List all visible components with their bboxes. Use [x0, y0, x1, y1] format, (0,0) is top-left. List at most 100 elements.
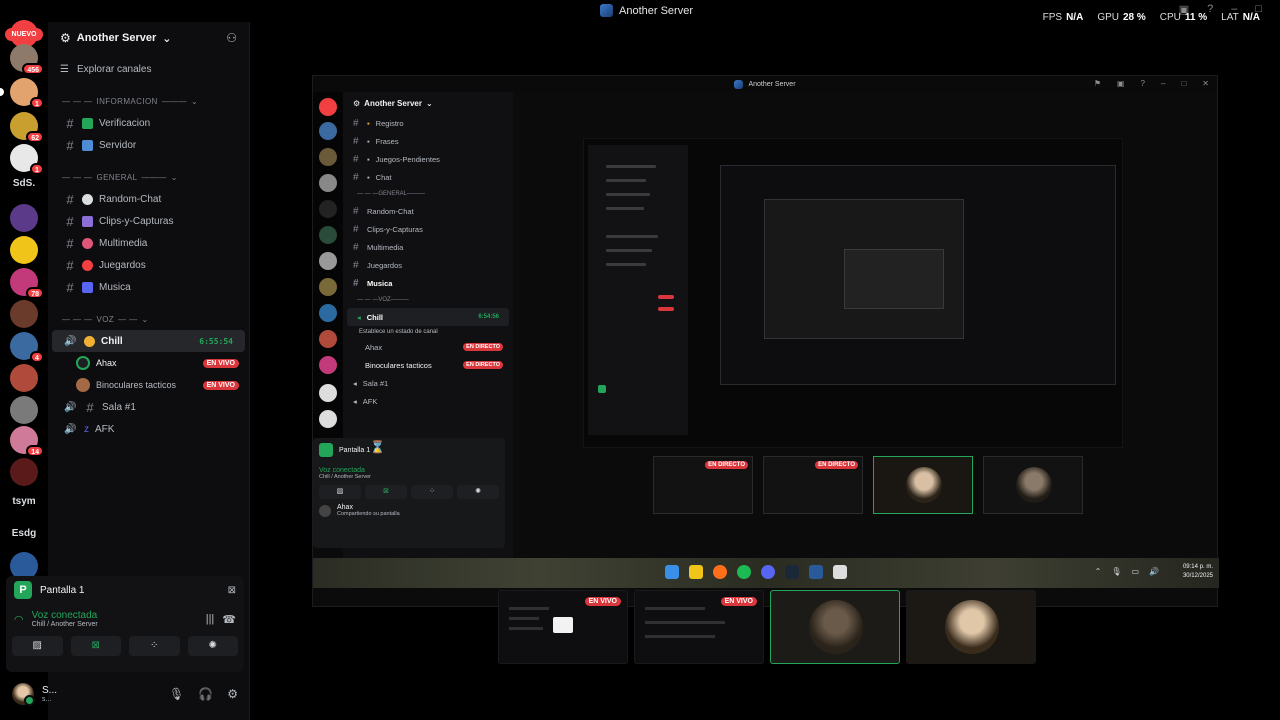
gear-icon[interactable]: ⚙ — [227, 687, 238, 701]
voice-panel: P Pantalla 1 ⊠ ◠ Voz conectada Chill / A… — [6, 576, 244, 672]
server-icon-text[interactable]: tsym — [6, 492, 42, 512]
close-screen-icon[interactable]: ⊠ — [228, 585, 236, 596]
screen-share-icon: P — [14, 581, 32, 599]
camera-off-button[interactable]: ▨ — [12, 636, 63, 656]
voice-user[interactable]: Binoculares tacticos EN VIVO — [48, 374, 249, 396]
music-note-icon — [82, 281, 93, 293]
title-bar: Another Server ▣ ? – □ FPS N/A GPU 28 % CP… — [0, 0, 1280, 23]
window-title: Another Server — [600, 4, 693, 17]
server-icon — [319, 330, 337, 348]
hash-icon: # — [66, 137, 74, 153]
channel-servidor[interactable]: # Servidor — [52, 134, 245, 156]
live-badge: EN VIVO — [202, 358, 239, 368]
inbox-icon: ▣ — [1116, 79, 1125, 88]
screen-share-icon — [319, 443, 333, 457]
screen-share-stream[interactable]: Another Server ⚑ ▣? – □ ✕ ⚙ Another Server ⌄ #… — [312, 75, 1219, 607]
disconnect-icon[interactable]: ☎ — [222, 613, 236, 626]
check-emoji-icon — [82, 117, 93, 129]
stream-taskbar: ⌃ 🎙 ▭ 🔊 09:14 p. m. 30/12/2025 — [313, 558, 1219, 588]
stream-stage: Another Server ⚑ ▣? – □ ✕ ⚙ Another Server ⌄ #… — [250, 22, 1280, 720]
media-icon — [82, 237, 93, 249]
live-badge: EN VIVO — [584, 597, 621, 606]
soundboard-button[interactable]: ✺ — [187, 636, 238, 656]
server-icon[interactable] — [10, 236, 38, 264]
stream-tile[interactable]: EN VIVO — [498, 590, 628, 664]
signal-icon: ◠ — [14, 613, 24, 626]
monitor-icon — [553, 617, 573, 633]
activities-button[interactable]: ⁘ — [129, 636, 180, 656]
stream-thumbnails: EN DIRECTO EN DIRECTO — [653, 456, 1083, 514]
server-icon — [319, 304, 337, 322]
new-badge: NUEVO — [5, 28, 43, 41]
hash-icon: # — [66, 235, 74, 251]
hash-icon: # — [66, 191, 74, 207]
participant-thumbnail — [873, 456, 973, 514]
avatar — [76, 378, 90, 392]
stream-button[interactable]: ⊠ — [70, 636, 121, 656]
server-icon[interactable]: 62 — [10, 112, 44, 143]
voice-channel-chill[interactable]: 🔊 Chill 6:55:54 — [52, 330, 245, 352]
channel-musica[interactable]: # Musica — [52, 276, 245, 298]
face-emoji-icon — [84, 335, 95, 347]
stream-voice-panel: Pantalla 1 Voz conectada Chill / Another … — [313, 438, 505, 548]
voice-user[interactable]: Ahax EN VIVO — [48, 352, 249, 374]
firefox-icon — [713, 565, 727, 579]
sleep-icon: z — [84, 423, 89, 435]
invite-icon[interactable]: ⚇ — [226, 31, 237, 45]
server-icon-text[interactable]: SdS. — [6, 174, 42, 194]
voice-channel-sala-1[interactable]: 🔊 # Sala #1 — [52, 396, 245, 418]
chevron-down-icon: ⌄ — [425, 98, 433, 108]
server-icon[interactable]: 78 — [10, 268, 44, 299]
maximize-icon: □ — [1181, 79, 1187, 88]
noise-suppression-icon[interactable]: ||| — [206, 613, 215, 625]
category-voz[interactable]: — — — VOZ — — ⌄ — [48, 308, 249, 330]
server-icon-text[interactable]: Esdg — [6, 524, 42, 544]
headphones-icon[interactable]: 🎧 — [198, 687, 213, 701]
channel-clips-y-capturas[interactable]: # Clips-y-Capturas — [52, 210, 245, 232]
server-icon[interactable]: 4 — [10, 332, 44, 363]
steam-icon — [785, 565, 799, 579]
microphone-icon[interactable]: 🎙 — [169, 687, 184, 701]
category-general[interactable]: — — — GENERAL ——— ⌄ — [48, 166, 249, 188]
chevron-down-icon: ⌄ — [170, 172, 178, 182]
stream-thumbnail: EN DIRECTO — [653, 456, 753, 514]
speech-bubble-icon: ▪ — [367, 172, 370, 182]
info-emoji-icon — [82, 139, 93, 151]
server-icon[interactable]: 1 — [10, 144, 44, 175]
server-icon — [319, 226, 337, 244]
channel-random-chat[interactable]: # Random-Chat — [52, 188, 245, 210]
server-icon[interactable] — [10, 364, 38, 392]
no-entry-icon — [82, 259, 93, 271]
folder-icon — [689, 565, 703, 579]
gear-icon: ⚙ — [353, 98, 361, 108]
category-info[interactable]: — — — INFORMACION ——— ⌄ — [48, 90, 249, 112]
participant-tile[interactable] — [770, 590, 900, 664]
server-icon[interactable] — [10, 458, 38, 486]
participant-tile[interactable] — [906, 590, 1036, 664]
guild-header[interactable]: ⚙ Another Server ⌄ ⚇ — [48, 22, 249, 54]
voice-channel-afk[interactable]: 🔊 z AFK — [52, 418, 245, 440]
flag-icon: ⚑ — [1093, 79, 1101, 88]
channel-juegardos[interactable]: # Juegardos — [52, 254, 245, 276]
server-icon[interactable] — [10, 396, 38, 424]
screen-share-row[interactable]: P Pantalla 1 ⊠ — [6, 576, 244, 604]
server-icon[interactable]: 1 — [0, 78, 44, 109]
participant-tiles: EN VIVO EN VIVO — [498, 590, 1036, 664]
explore-channels[interactable]: ☰ Explorar canales — [48, 54, 249, 84]
channel-verificacion[interactable]: # Verificacion — [52, 112, 245, 134]
stream-tile[interactable]: EN VIVO — [634, 590, 764, 664]
speaker-icon: ◂ — [357, 312, 361, 322]
server-icon — [319, 174, 337, 192]
channel-multimedia[interactable]: # Multimedia — [52, 232, 245, 254]
server-icon[interactable] — [10, 300, 38, 328]
server-icon[interactable]: 456 — [10, 44, 44, 75]
network-icon: ▭ — [1131, 567, 1140, 576]
avatar[interactable] — [12, 683, 35, 706]
explore-icon — [319, 410, 337, 428]
hash-icon: # — [66, 257, 74, 273]
mouse-cursor-icon: ⌛ — [370, 440, 385, 454]
server-icon[interactable] — [10, 204, 38, 232]
server-icon[interactable]: 14 — [10, 426, 44, 457]
speaker-icon: ◂ — [353, 378, 357, 388]
server-icon — [319, 98, 337, 116]
